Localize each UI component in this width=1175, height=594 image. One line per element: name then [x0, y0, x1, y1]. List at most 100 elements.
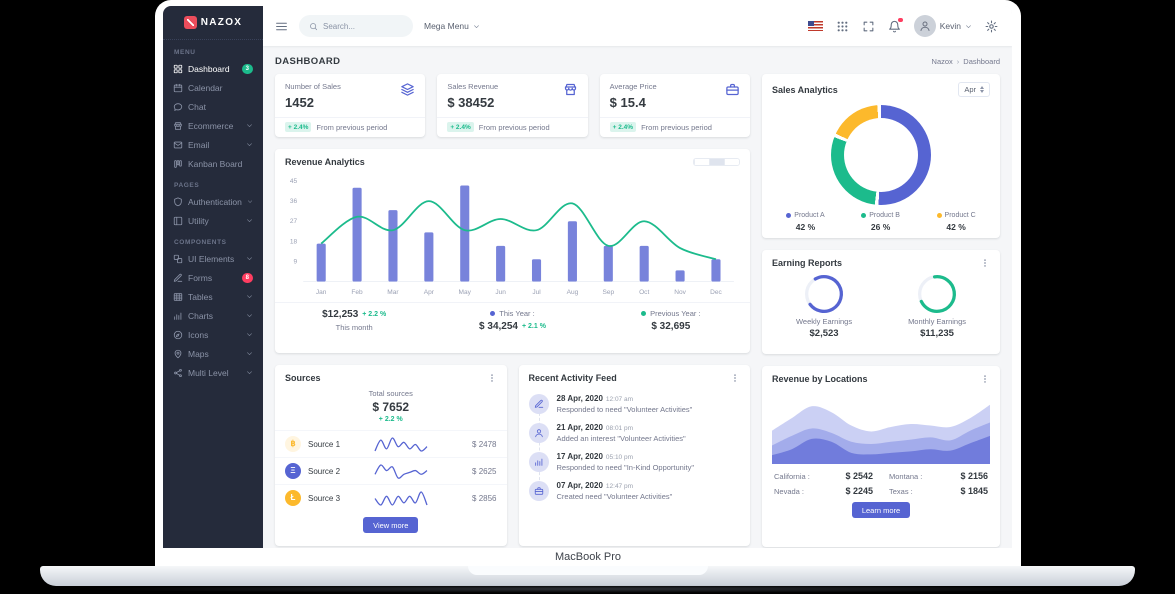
sales-analytics-card: Sales Analytics Apr: [762, 74, 1000, 238]
chevron-down-icon: [473, 23, 480, 30]
activity-item: 07 Apr, 202012:47 pm Created need "Volun…: [529, 476, 741, 505]
sidebar-item[interactable]: Dashboard 3: [163, 59, 263, 78]
macbook-base: [40, 566, 1135, 586]
sidebar-item[interactable]: Maps: [163, 344, 263, 363]
share-icon: [173, 368, 183, 378]
weekly-earnings-radial: [803, 273, 845, 315]
pencil-icon: [534, 399, 544, 409]
legend-item: Product A 42 %: [786, 212, 824, 232]
kebab-menu-icon[interactable]: [730, 373, 740, 383]
sidebar: NAZOX MENU Dashboard 3: [163, 6, 263, 548]
svg-text:36: 36: [290, 198, 298, 205]
stat-value: $ 38452: [447, 95, 498, 110]
chevron-down-icon: [246, 331, 253, 338]
user-name: Kevin: [940, 21, 961, 31]
sidebar-item-label: Calendar: [188, 83, 223, 93]
coin-glyph: ฿: [290, 440, 295, 448]
activity-title: Recent Activity Feed: [529, 373, 617, 383]
email-icon: [173, 140, 183, 150]
locations-area-chart: [772, 390, 990, 464]
sidebar-item[interactable]: Charts: [163, 306, 263, 325]
sidebar-item[interactable]: UI Elements: [163, 249, 263, 268]
sidebar-item[interactable]: Chat: [163, 97, 263, 116]
topbar: Mega Menu Kevin: [263, 6, 1012, 46]
source-row[interactable]: ฿ Source 1 $ 2478: [275, 430, 507, 457]
sidebar-item[interactable]: Multi Level: [163, 363, 263, 382]
source-row[interactable]: Ξ Source 2 $ 2625: [275, 457, 507, 484]
sidebar-item[interactable]: Utility: [163, 211, 263, 230]
kebab-menu-icon[interactable]: [980, 374, 990, 384]
activity-date-row: 17 Apr, 202005:10 pm: [557, 452, 695, 461]
sidebar-item[interactable]: Icons: [163, 325, 263, 344]
user-menu[interactable]: Kevin: [914, 15, 972, 37]
activity-time: 12:47 pm: [606, 483, 633, 490]
sources-header: Sources: [275, 365, 507, 387]
breadcrumb-label: Dashboard: [963, 57, 1000, 66]
sidebar-item[interactable]: Tables: [163, 287, 263, 306]
topbar-right: Kevin: [808, 15, 998, 37]
legend-dot: [861, 213, 866, 218]
svg-text:Jul: Jul: [532, 289, 540, 296]
notifications-bell-icon[interactable]: [888, 20, 901, 33]
sidebar-item[interactable]: Ecommerce: [163, 116, 263, 135]
breadcrumb-item[interactable]: Nazox: [932, 57, 953, 66]
chevron-down-icon: [246, 141, 253, 148]
language-flag-icon[interactable]: [808, 21, 823, 31]
kebab-menu-icon[interactable]: [487, 373, 497, 383]
sidebar-section-items: Authentication Utility: [163, 192, 263, 230]
svg-text:Nov: Nov: [674, 289, 686, 296]
range-button[interactable]: [709, 159, 724, 165]
location-label: Montana :: [889, 472, 922, 481]
sales-donut-chart: [831, 105, 931, 205]
stat-card-footer: + 2.4% From previous period: [437, 117, 587, 137]
apps-grid-icon[interactable]: [836, 20, 849, 33]
svg-text:Oct: Oct: [639, 289, 649, 296]
source-row[interactable]: Ł Source 3 $ 2856: [275, 484, 507, 511]
range-button[interactable]: [694, 159, 709, 165]
sidebar-item[interactable]: Authentication: [163, 192, 263, 211]
stat-note: From previous period: [641, 123, 712, 132]
svg-text:Jan: Jan: [316, 289, 327, 296]
activity-date: 07 Apr, 2020: [557, 481, 603, 490]
revenue-card-header: Revenue Analytics: [275, 149, 750, 171]
sidebar-section-label: MENU: [163, 40, 263, 59]
location-stat: Montana : $ 2156: [889, 471, 988, 481]
page-content: DASHBOARD Nazox › Dashboard: [263, 46, 1012, 548]
hamburger-icon[interactable]: [275, 20, 288, 33]
coin-glyph: Ξ: [290, 467, 295, 475]
sources-card: Sources Total sources $ 7652 + 2.2 %: [275, 365, 507, 546]
stat-label: Average Price: [610, 82, 657, 91]
fullscreen-icon[interactable]: [862, 20, 875, 33]
source-name: Source 1: [308, 440, 352, 449]
range-button[interactable]: [724, 159, 739, 165]
svg-text:Sep: Sep: [602, 289, 614, 296]
sidebar-item[interactable]: Kanban Board: [163, 154, 263, 173]
activity-item-body: 28 Apr, 202012:07 am Responded to need "…: [557, 394, 693, 414]
view-more-button[interactable]: View more: [363, 517, 418, 533]
logo[interactable]: NAZOX: [163, 6, 263, 40]
legend-item: Product B 26 %: [861, 212, 900, 232]
activity-date-row: 07 Apr, 202012:47 pm: [557, 481, 673, 490]
breadcrumb-item[interactable]: › Dashboard: [957, 57, 1000, 66]
right-column: Sales Analytics Apr: [762, 74, 1000, 547]
mega-menu-button[interactable]: Mega Menu: [424, 21, 480, 31]
sidebar-item-badge: 3: [242, 64, 253, 74]
sources-list: ฿ Source 1 $ 2478 Ξ Source 2: [275, 430, 507, 511]
learn-more-button[interactable]: Learn more: [852, 502, 910, 518]
page-title: DASHBOARD: [275, 56, 340, 67]
kanban-icon: [173, 159, 183, 169]
sidebar-item[interactable]: Forms 8: [163, 268, 263, 287]
month-select[interactable]: Apr: [958, 82, 990, 97]
svg-text:Feb: Feb: [351, 289, 363, 296]
kebab-menu-icon[interactable]: [980, 258, 990, 268]
activity-item: 21 Apr, 202008:01 pm Added an interest "…: [529, 418, 741, 447]
sidebar-item[interactable]: Calendar: [163, 78, 263, 97]
source-amount: $ 2856: [472, 494, 496, 503]
search-input[interactable]: [323, 22, 401, 31]
source-coin-icon: Ξ: [285, 463, 301, 479]
dashboard-app: NAZOX MENU Dashboard 3: [163, 6, 1012, 548]
macbook-chin: MacBook Pro: [155, 548, 1021, 566]
svg-text:Jun: Jun: [495, 289, 506, 296]
gear-icon[interactable]: [985, 20, 998, 33]
sidebar-item[interactable]: Email: [163, 135, 263, 154]
